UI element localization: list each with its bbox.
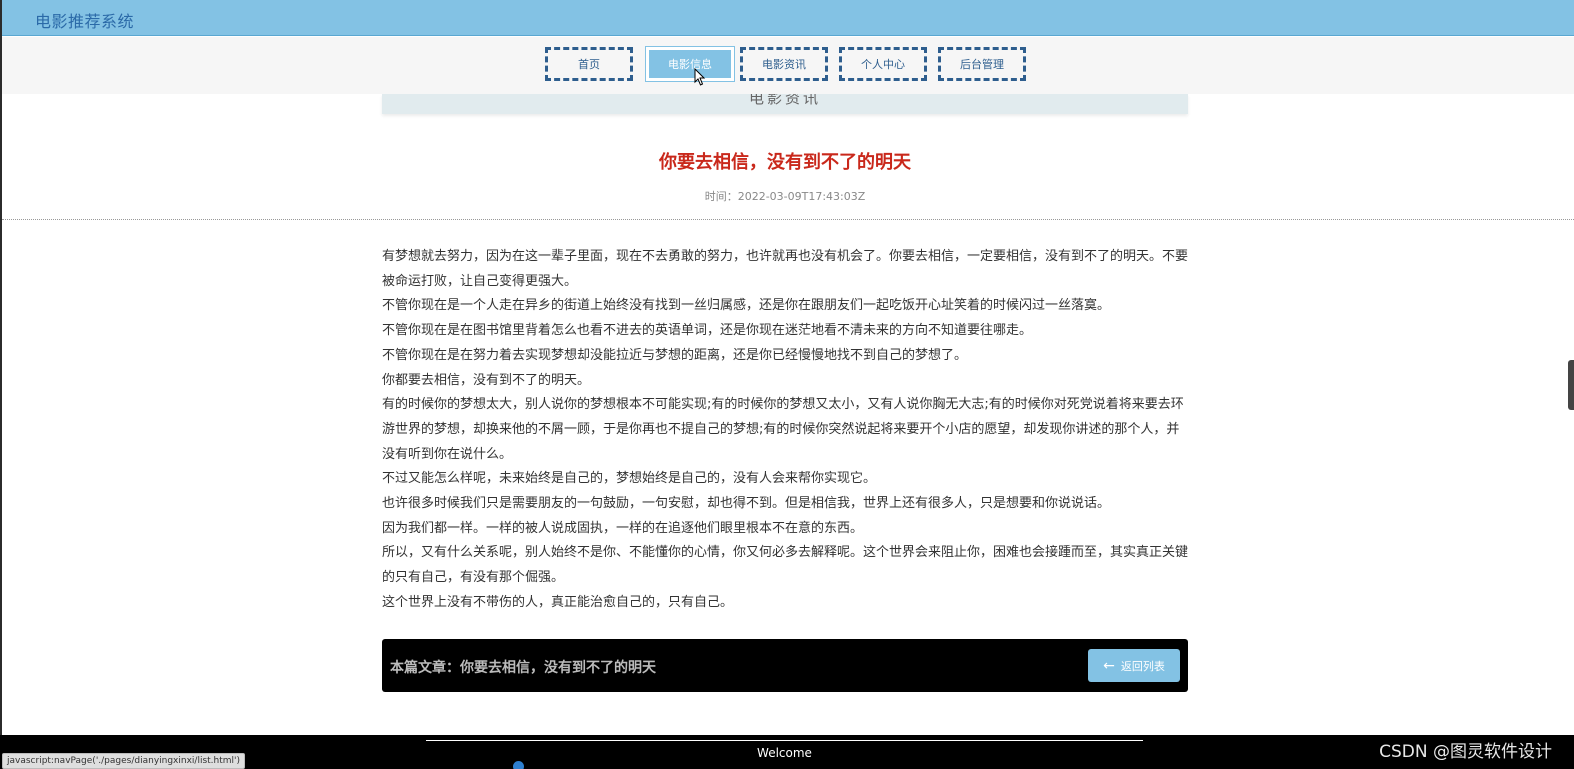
- nav-admin[interactable]: 后台管理: [938, 47, 1026, 81]
- side-scroll-tab[interactable]: [1568, 360, 1574, 410]
- current-article-label: 本篇文章：你要去相信，没有到不了的明天: [390, 660, 656, 676]
- back-to-list-button[interactable]: ← 返回列表: [1088, 649, 1180, 682]
- section-header: 电影资讯: [382, 94, 1188, 114]
- article-paragraph: 你都要去相信，没有到不了的明天。: [382, 372, 591, 388]
- article-body: 有梦想就去努力，因为在这一辈子里面，现在不去勇敢的努力，也许就再也没有机会了。你…: [382, 245, 1188, 616]
- article-time: 时间：2022-03-09T17:43:03Z: [704, 190, 866, 203]
- main-nav: 首页 电影信息 电影资讯 个人中心 后台管理: [2, 37, 1574, 94]
- article-paragraph: 所以，又有什么关系呢，别人始终不是你、不能懂你的心情，你又何必多去解释呢。这个世…: [382, 545, 1189, 586]
- article-paragraph: 有梦想就去努力，因为在这一辈子里面，现在不去勇敢的努力，也许就再也没有机会了。你…: [382, 249, 1189, 289]
- nav-home[interactable]: 首页: [545, 47, 633, 81]
- article-paragraph: 不管你现在是在图书馆里背着怎么也看不进去的英语单词，还是你现在迷茫地看不清未来的…: [382, 323, 1033, 339]
- article-paragraph: 不管你现在是在努力着去实现梦想却没能拉近与梦想的距离，还是你已经慢慢地找不到自己…: [382, 347, 968, 363]
- nav-personal-center[interactable]: 个人中心: [839, 47, 927, 81]
- arrow-left-icon: ←: [1103, 657, 1115, 674]
- divider: [2, 219, 1574, 220]
- back-to-list-label: 返回列表: [1120, 659, 1165, 673]
- article-paragraph: 不管你现在是一个人走在异乡的街道上始终没有找到一丝归属感，还是你在跟朋友们一起吃…: [382, 298, 1111, 314]
- article-paragraph: 不过又能怎么样呢，未来始终是自己的，梦想始终是自己的，没有人会来帮你实现它。: [382, 471, 877, 487]
- nav-movie-news[interactable]: 电影资讯: [740, 47, 828, 81]
- article-paragraph: 这个世界上没有不带伤的人，真正能治愈自己的，只有自己。: [382, 594, 734, 610]
- site-title[interactable]: 电影推荐系统: [35, 8, 134, 32]
- scroll-indicator[interactable]: [513, 761, 524, 769]
- browser-viewport: 电影推荐系统 首页 电影信息 电影资讯 个人中心 后台管理 电影资讯 你要去相信…: [0, 0, 1574, 769]
- article-paragraph: 有的时候你的梦想太大，别人说你的梦想根本不可能实现;有的时候你的梦想又太小，又有…: [382, 397, 1184, 462]
- article-paragraph: 也许很多时候我们只是需要朋友的一句鼓励，一句安慰，却也得不到。但是相信我，世界上…: [382, 496, 1111, 512]
- welcome-text: Welcome: [757, 746, 812, 760]
- window-edge: [0, 0, 2, 769]
- article-title: 你要去相信，没有到不了的明天: [659, 152, 911, 173]
- status-bar-url: javascript:navPage('./pages/dianyingxinx…: [2, 753, 246, 769]
- article-footer-bar: 本篇文章：你要去相信，没有到不了的明天 ← 返回列表: [382, 639, 1188, 692]
- mouse-cursor-icon: [694, 68, 706, 86]
- footer-line: [426, 740, 1143, 741]
- watermark: CSDN @图灵软件设计: [1379, 742, 1552, 762]
- nav-movie-info[interactable]: 电影信息: [645, 46, 735, 82]
- top-header: 电影推荐系统: [2, 0, 1574, 36]
- section-title: 电影资讯: [748, 94, 821, 107]
- article-paragraph: 因为我们都一样。一样的被人说成固执，一样的在追逐他们眼里根本不在意的东西。: [382, 520, 864, 536]
